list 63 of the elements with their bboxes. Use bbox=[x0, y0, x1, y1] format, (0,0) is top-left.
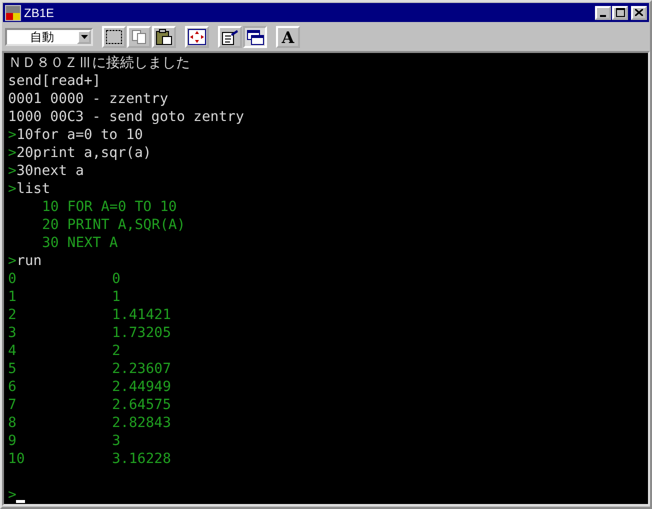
command-text: 20print a,sqr(a) bbox=[16, 144, 152, 162]
maximize-icon bbox=[616, 8, 624, 17]
command-text: 30next a bbox=[16, 162, 84, 180]
window-title: ZB1E bbox=[24, 6, 56, 20]
output-value: 2.23607 bbox=[112, 360, 172, 378]
output-value: 2.82843 bbox=[112, 414, 172, 432]
output-value: 0 bbox=[112, 270, 120, 288]
copy-button[interactable] bbox=[127, 26, 151, 48]
properties-icon bbox=[221, 29, 239, 45]
output-value: 2 bbox=[112, 342, 120, 360]
terminal-text: 0001 0000 - zzentry bbox=[8, 90, 168, 108]
select-button[interactable] bbox=[102, 26, 126, 48]
clipboard-icon bbox=[155, 29, 173, 45]
text-cursor bbox=[16, 500, 26, 503]
maximize-button[interactable] bbox=[612, 6, 628, 20]
terminal-text: ＮＤ８０ＺⅢに接続しました bbox=[8, 54, 190, 72]
close-button[interactable] bbox=[631, 6, 647, 20]
window-icon bbox=[246, 29, 264, 45]
output-value: 1.41421 bbox=[112, 306, 172, 324]
minimize-icon bbox=[600, 14, 606, 16]
output-value: 3.16228 bbox=[112, 450, 172, 468]
output-value: 6 bbox=[8, 378, 18, 396]
output-value: 10 bbox=[8, 450, 26, 468]
output-value: 3 bbox=[8, 324, 18, 342]
select-icon bbox=[105, 29, 123, 45]
output-value: 0 bbox=[8, 270, 18, 288]
output-value: 1 bbox=[8, 288, 18, 306]
output-value: 7 bbox=[8, 396, 18, 414]
properties-button[interactable] bbox=[218, 26, 242, 48]
prompt: > bbox=[8, 486, 16, 504]
app-icon bbox=[5, 4, 21, 20]
prompt: > bbox=[8, 252, 16, 270]
prompt: > bbox=[8, 162, 16, 180]
move-arrows-icon bbox=[188, 29, 206, 45]
terminal-text: 1000 00C3 - send goto zentry bbox=[8, 108, 244, 126]
output-value: 2.64575 bbox=[112, 396, 172, 414]
close-icon bbox=[635, 9, 643, 16]
output-value: 1.73205 bbox=[112, 324, 172, 342]
minimize-button[interactable] bbox=[595, 6, 611, 20]
terminal-text: send[read+] bbox=[8, 72, 101, 90]
output-value: 5 bbox=[8, 360, 18, 378]
program-listing-line: 10 FOR A=0 TO 10 bbox=[42, 198, 177, 216]
output-value: 8 bbox=[8, 414, 18, 432]
output-value: 2 bbox=[8, 306, 18, 324]
program-listing-line: 20 PRINT A,SQR(A) bbox=[42, 216, 186, 234]
prompt: > bbox=[8, 180, 16, 198]
output-value: 9 bbox=[8, 432, 18, 450]
output-value: 2.44949 bbox=[112, 378, 172, 396]
command-text: 10for a=0 to 10 bbox=[16, 126, 143, 144]
move-arrows-button[interactable] bbox=[185, 26, 209, 48]
program-listing-line: 30 NEXT A bbox=[42, 234, 118, 252]
window-button[interactable] bbox=[243, 26, 267, 48]
font-button[interactable]: A bbox=[276, 26, 300, 48]
clipboard-button[interactable] bbox=[152, 26, 176, 48]
output-value: 3 bbox=[112, 432, 120, 450]
mode-dropdown[interactable]: 自動 bbox=[5, 28, 93, 46]
prompt: > bbox=[8, 144, 16, 162]
output-value: 1 bbox=[112, 288, 120, 306]
prompt: > bbox=[8, 126, 16, 144]
command-text: run bbox=[16, 252, 42, 270]
output-value: 4 bbox=[8, 342, 18, 360]
copy-icon bbox=[130, 29, 148, 45]
command-text: list bbox=[16, 180, 50, 198]
